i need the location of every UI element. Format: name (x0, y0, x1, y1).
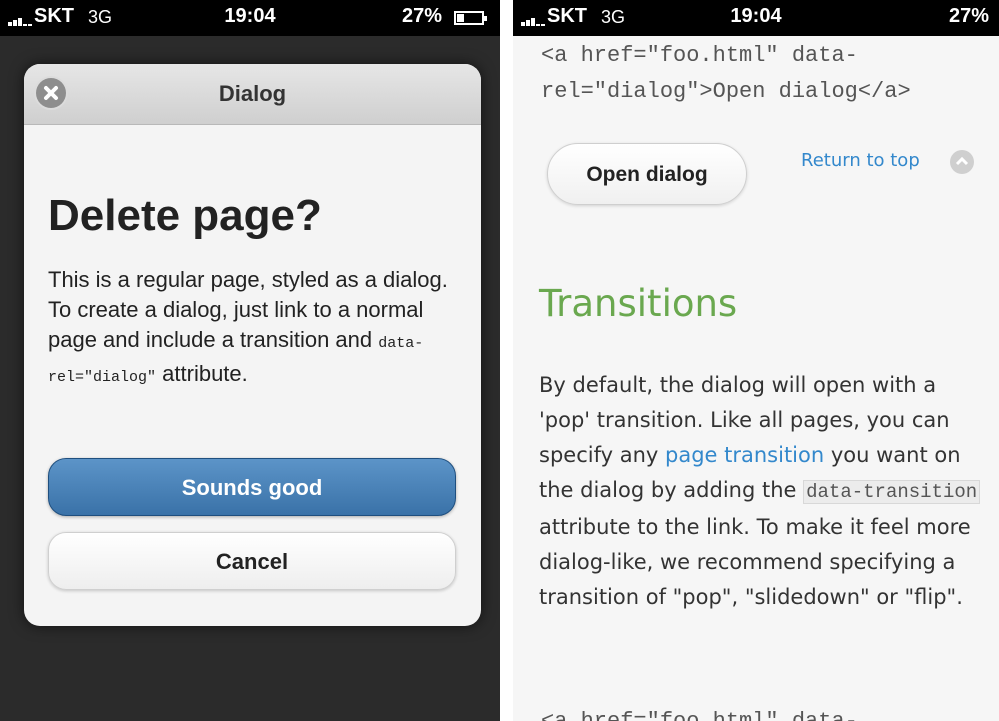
dialog-header: Dialog (24, 64, 481, 125)
battery-percent: 27% (948, 5, 989, 27)
return-to-top-link[interactable]: Return to top (801, 150, 920, 171)
battery-icon (454, 11, 487, 25)
page-transition-link[interactable]: page transition (665, 443, 824, 467)
status-bar: SKT 3G 19:04 27% (513, 0, 999, 36)
code-sample-bottom: <a href="foo.html" data- (541, 704, 858, 721)
sounds-good-button[interactable]: Sounds good (48, 458, 456, 516)
status-bar: SKT 3G 19:04 27% (0, 0, 500, 36)
dialog-content: Delete page? This is a regular page, sty… (24, 191, 481, 393)
battery-level (457, 14, 465, 22)
right-screen: SKT 3G 19:04 27% <a href="foo.html" data… (513, 0, 999, 721)
clock: 19:04 (730, 5, 782, 27)
dialog-heading: Delete page? (48, 191, 322, 240)
paragraph-text-3: attribute to the link. To make it feel m… (539, 515, 971, 609)
battery-percent: 27% (401, 5, 442, 27)
transitions-paragraph: By default, the dialog will open with a … (539, 368, 993, 615)
chevron-up-glyph (955, 156, 969, 166)
dialog-body-end: attribute. (162, 361, 248, 386)
inline-code: data-transition (803, 480, 981, 504)
dialog-body: This is a regular page, styled as a dial… (48, 265, 457, 393)
code-sample-top: <a href="foo.html" data- rel="dialog">Op… (541, 43, 911, 104)
dialog: Dialog Delete page? This is a regular pa… (24, 64, 481, 626)
section-heading: Transitions (539, 282, 738, 325)
dialog-title: Dialog (218, 81, 287, 106)
cancel-button[interactable]: Cancel (48, 532, 456, 590)
left-screen: SKT 3G 19:04 27% Dialog Delete page? Thi… (0, 0, 500, 721)
open-dialog-button[interactable]: Open dialog (547, 143, 747, 205)
chevron-up-icon[interactable] (950, 150, 974, 174)
